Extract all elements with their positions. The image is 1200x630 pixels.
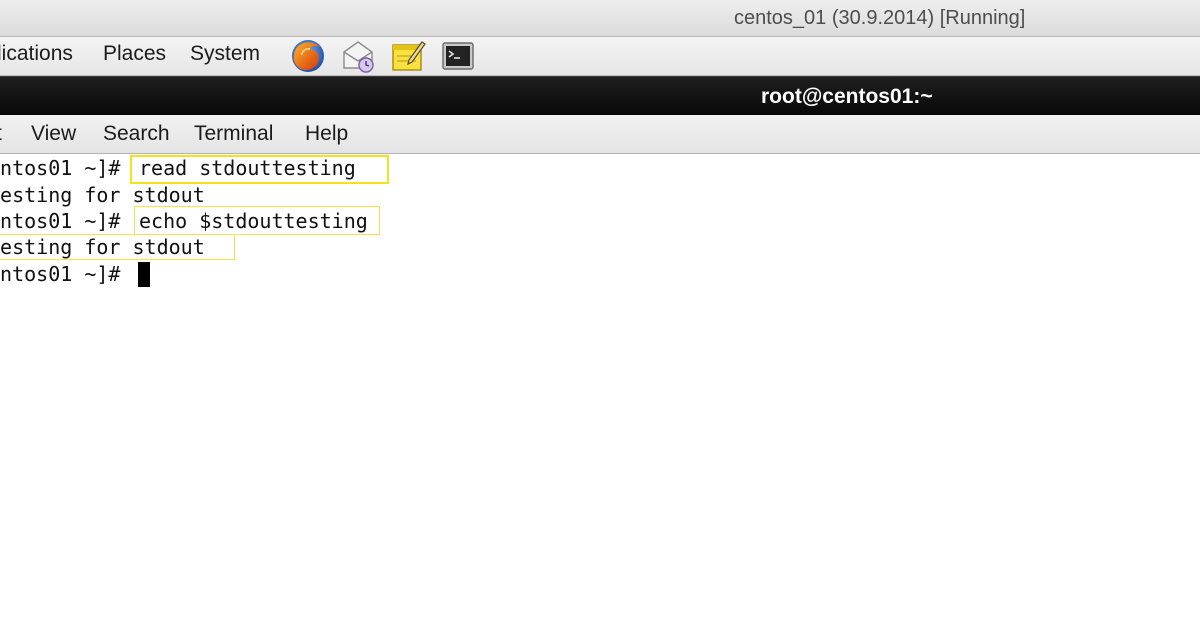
system-menu[interactable]: System xyxy=(190,41,260,67)
terminal-menubar: t View Search Terminal Help xyxy=(0,115,1200,154)
terminal-launcher-icon[interactable] xyxy=(440,38,476,74)
terminal-menu[interactable]: Terminal xyxy=(194,122,273,146)
terminal-cursor xyxy=(138,262,150,287)
vm-window-titlebar[interactable]: centos_01 (30.9.2014) [Running] xyxy=(0,0,1200,37)
screenshot-root: centos_01 (30.9.2014) [Running] lication… xyxy=(0,0,1200,630)
gnome-top-panel: lications Places System xyxy=(0,37,1200,76)
firefox-icon[interactable] xyxy=(290,38,326,74)
terminal-prompt: entos01 ~]# xyxy=(0,156,121,180)
edit-menu[interactable]: t xyxy=(0,122,2,146)
vm-window-title: centos_01 (30.9.2014) [Running] xyxy=(734,7,1026,29)
terminal-output-line: testing for stdout xyxy=(0,183,205,207)
search-menu[interactable]: Search xyxy=(103,122,170,146)
places-menu[interactable]: Places xyxy=(103,41,166,67)
terminal-prompt: entos01 ~]# xyxy=(0,262,121,286)
view-menu[interactable]: View xyxy=(31,122,76,146)
highlight-box xyxy=(130,155,389,184)
help-menu[interactable]: Help xyxy=(305,122,348,146)
terminal-window-title: root@centos01:~ xyxy=(761,85,933,108)
notes-editor-icon[interactable] xyxy=(390,38,426,74)
highlight-box xyxy=(0,234,235,260)
mail-client-icon[interactable] xyxy=(340,38,376,74)
terminal-output-area[interactable]: entos01 ~]# read stdouttesting testing f… xyxy=(0,154,1200,630)
terminal-window-titlebar[interactable]: root@centos01:~ xyxy=(0,76,1200,115)
terminal-prompt: entos01 ~]# xyxy=(0,209,121,233)
highlight-box xyxy=(134,206,380,235)
applications-menu[interactable]: lications xyxy=(0,41,73,67)
